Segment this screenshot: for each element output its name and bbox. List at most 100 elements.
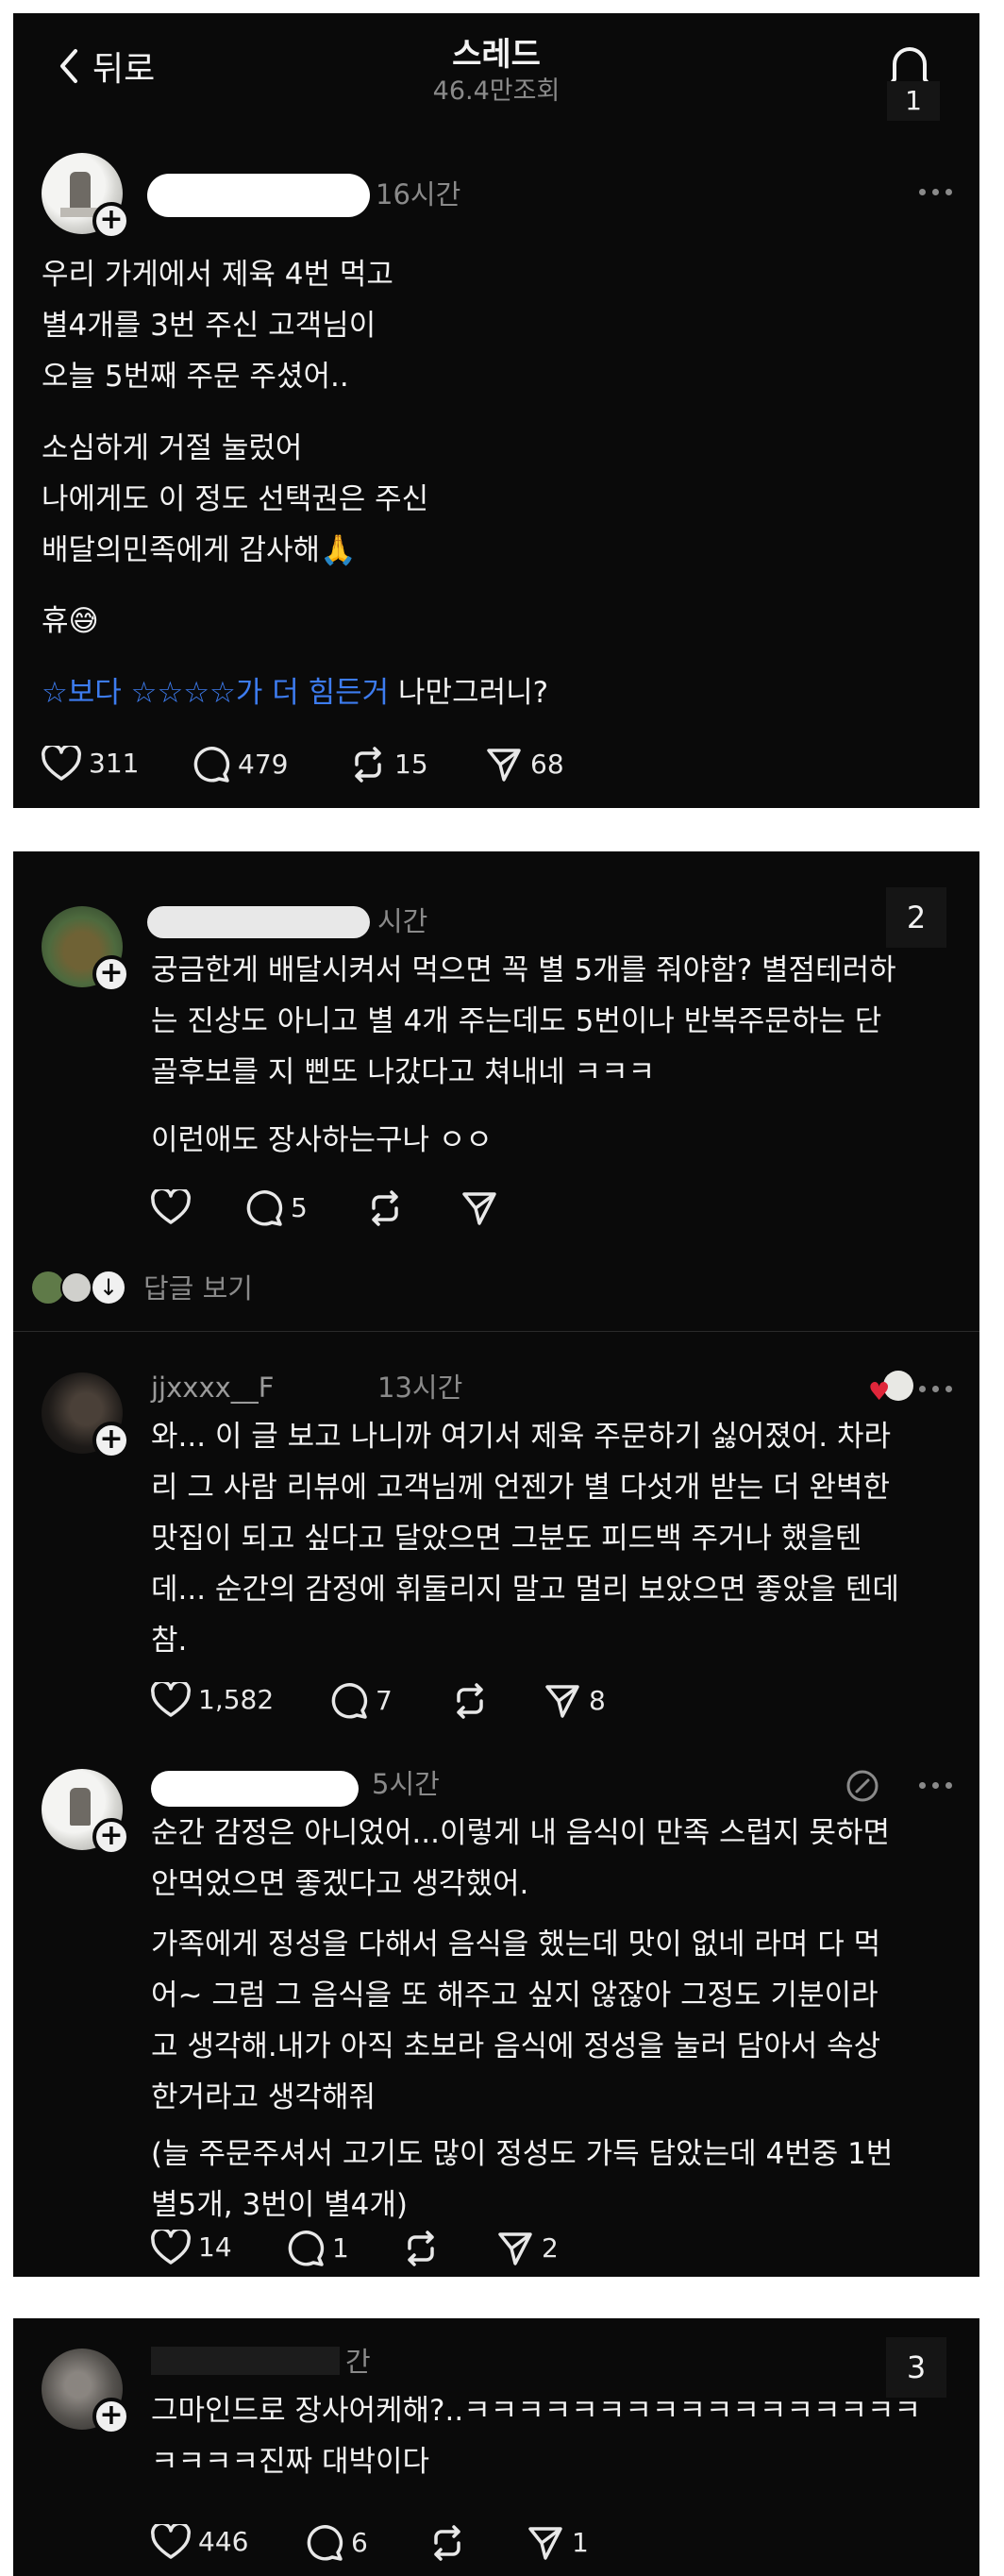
like-button[interactable]: 1,582 (151, 1682, 274, 1718)
like-button[interactable]: 311 (42, 746, 139, 782)
more-options-icon[interactable] (919, 1386, 952, 1392)
follow-plus-icon[interactable]: + (92, 1422, 130, 1459)
comment-button[interactable]: 5 (245, 1189, 308, 1227)
reply-line: 이런애도 장사하는구나 ㅇㅇ (151, 1123, 493, 1157)
post-line: 별4개를 3번 주신 고객님이 (42, 309, 376, 343)
reply-time: 간 (345, 2346, 371, 2378)
view-replies-button[interactable]: ↓ 답글 보기 (32, 1267, 253, 1306)
post-line: 배달의민족에게 감사해🙏 (42, 533, 357, 567)
post-line: 소심하게 거절 눌렀어 (42, 431, 303, 465)
share-count: 68 (530, 749, 564, 780)
share-button[interactable]: 68 (485, 746, 564, 783)
more-options-icon[interactable] (919, 189, 952, 195)
repost-button[interactable] (428, 2524, 466, 2562)
reply-line: 참. (151, 1624, 188, 1658)
post-line: 휴😅 (42, 604, 99, 638)
notification-count: 1 (887, 81, 940, 121)
comment-button[interactable]: 1 (287, 2230, 349, 2267)
reply-line: 리 그 사람 리뷰에 고객님께 언젠가 별 다섯개 받는 더 완벽한 (151, 1471, 891, 1505)
reply-time: 13시간 (377, 1372, 463, 1404)
post-time: 16시간 (376, 178, 461, 210)
repost-count: 15 (394, 749, 428, 780)
heart-icon (151, 1682, 191, 1717)
send-icon (545, 1685, 579, 1718)
reply-time: 시간 (377, 905, 428, 937)
repost-button[interactable] (451, 1682, 489, 1720)
follow-plus-icon[interactable]: + (92, 955, 130, 993)
share-count: 2 (542, 2232, 559, 2264)
screenshot-index-badge: 3 (886, 2337, 946, 2398)
heart-icon (151, 2230, 191, 2265)
repost-button[interactable] (402, 2230, 440, 2267)
reply-username[interactable]: jjxxxx__F (151, 1371, 274, 1405)
follow-plus-icon[interactable]: + (92, 1818, 130, 1856)
comment-count: 479 (238, 749, 289, 780)
comment-count: 6 (351, 2527, 368, 2558)
reply-line: 는 진상도 아니고 별 4개 주는데도 5번이나 반복주문하는 단 (151, 1004, 882, 1038)
comment-button[interactable]: 6 (306, 2524, 368, 2562)
share-button[interactable]: 8 (544, 1682, 606, 1720)
reply-line: 순간 감정은 아니었어...이렇게 내 음식이 만족 스럽지 못하면 (151, 1816, 891, 1850)
reply-line: 가족에게 정성을 다해서 음식을 했는데 맛이 없네 라며 다 먹 (151, 1928, 881, 1961)
follow-plus-icon[interactable]: + (92, 2398, 130, 2435)
reply-line: 데... 순간의 감정에 휘둘리지 말고 멀리 보았으면 좋았을 텐데 (151, 1573, 899, 1607)
repost-icon (372, 1190, 398, 1226)
like-button[interactable]: 14 (151, 2230, 232, 2265)
reply-avatars: ↓ (32, 1268, 134, 1305)
reply-line: 와... 이 글 보고 나니까 여기서 제육 주문하기 싫어졌어. 차라 (151, 1420, 892, 1454)
reply-username-redacted (151, 2347, 340, 2375)
notification-button[interactable]: 1 (881, 36, 942, 121)
like-button[interactable] (151, 1189, 191, 1225)
post-quote-tail: 나만그러니? (389, 676, 549, 710)
repost-icon (355, 747, 381, 783)
edit-icon[interactable] (844, 1767, 881, 1805)
heart-icon (42, 746, 81, 781)
reply-line: 그마인드로 장사어케해?..ㅋㅋㅋㅋㅋㅋㅋㅋㅋㅋㅋㅋㅋㅋㅋㅋㅋ (151, 2394, 922, 2428)
comment-button[interactable]: 7 (330, 1682, 393, 1720)
share-button[interactable]: 2 (496, 2230, 559, 2267)
reply-line: 안먹었으면 좋겠다고 생각했어. (151, 1867, 529, 1901)
send-icon (498, 2232, 532, 2265)
reply-line: 맛집이 되고 싶다고 달았으면 그분도 피드백 주거나 했을텐 (151, 1522, 862, 1556)
replies-panel: 2 + 시간 궁금한게 배달시켜서 먹으면 꼭 별 5개를 줘야함? 별점테러하… (13, 851, 979, 2277)
share-button[interactable]: 1 (527, 2524, 589, 2562)
reply-time: 5시간 (372, 1768, 440, 1800)
reply-line: 한거라고 생각해줘 (151, 2080, 376, 2114)
comment-button[interactable]: 479 (192, 746, 288, 783)
more-options-icon[interactable] (919, 1782, 952, 1789)
liked-by-author-icon: ♥ (868, 1371, 913, 1405)
comment-count: 7 (376, 1685, 393, 1716)
username-redacted (151, 1771, 359, 1807)
arrow-down-icon: ↓ (91, 1270, 126, 1305)
screenshot-index-badge: 2 (886, 887, 946, 948)
view-replies-label: 답글 보기 (143, 1272, 253, 1305)
reply-panel-3: 3 + 간 그마인드로 장사어케해?..ㅋㅋㅋㅋㅋㅋㅋㅋㅋㅋㅋㅋㅋㅋㅋㅋㅋ ㅋㅋ… (13, 2318, 979, 2576)
send-icon (462, 1192, 496, 1225)
repost-button[interactable] (366, 1189, 404, 1227)
username-redacted (147, 174, 370, 217)
like-count: 14 (198, 2231, 232, 2263)
heart-icon (151, 2524, 191, 2559)
follow-plus-icon[interactable]: + (92, 202, 130, 240)
view-count: 46.4만조회 (432, 76, 561, 106)
reply-line: 궁금한게 배달시켜서 먹으면 꼭 별 5개를 줘야함? 별점테러하 (151, 953, 896, 987)
divider (13, 1331, 979, 1332)
reply-line: 골후보를 지 삔또 나갔다고 쳐내네 ㅋㅋㅋ (151, 1055, 656, 1089)
repost-icon (434, 2525, 460, 2561)
share-button[interactable] (460, 1189, 498, 1227)
comment-icon (288, 2231, 325, 2266)
reply-line: 고 생각해.내가 아직 초보라 음식에 정성을 눌러 담아서 속상 (151, 2029, 881, 2063)
page-title: 스레드 (452, 36, 541, 74)
comment-icon (331, 1683, 368, 1719)
comment-icon (246, 1190, 283, 1226)
username-redacted (147, 906, 370, 938)
like-button[interactable]: 446 (151, 2524, 248, 2560)
like-count: 1,582 (198, 1684, 275, 1715)
repost-button[interactable]: 15 (349, 746, 428, 783)
comment-icon (193, 747, 230, 783)
reply-line: 별5개, 3번이 별4개) (151, 2188, 408, 2222)
post-line: 우리 가게에서 제육 4번 먹고 (42, 258, 393, 292)
send-icon (528, 2527, 562, 2560)
post-quote: ☆보다 ☆☆☆☆가 더 힘든거 나만그러니? (42, 674, 548, 712)
like-count: 446 (198, 2526, 249, 2557)
